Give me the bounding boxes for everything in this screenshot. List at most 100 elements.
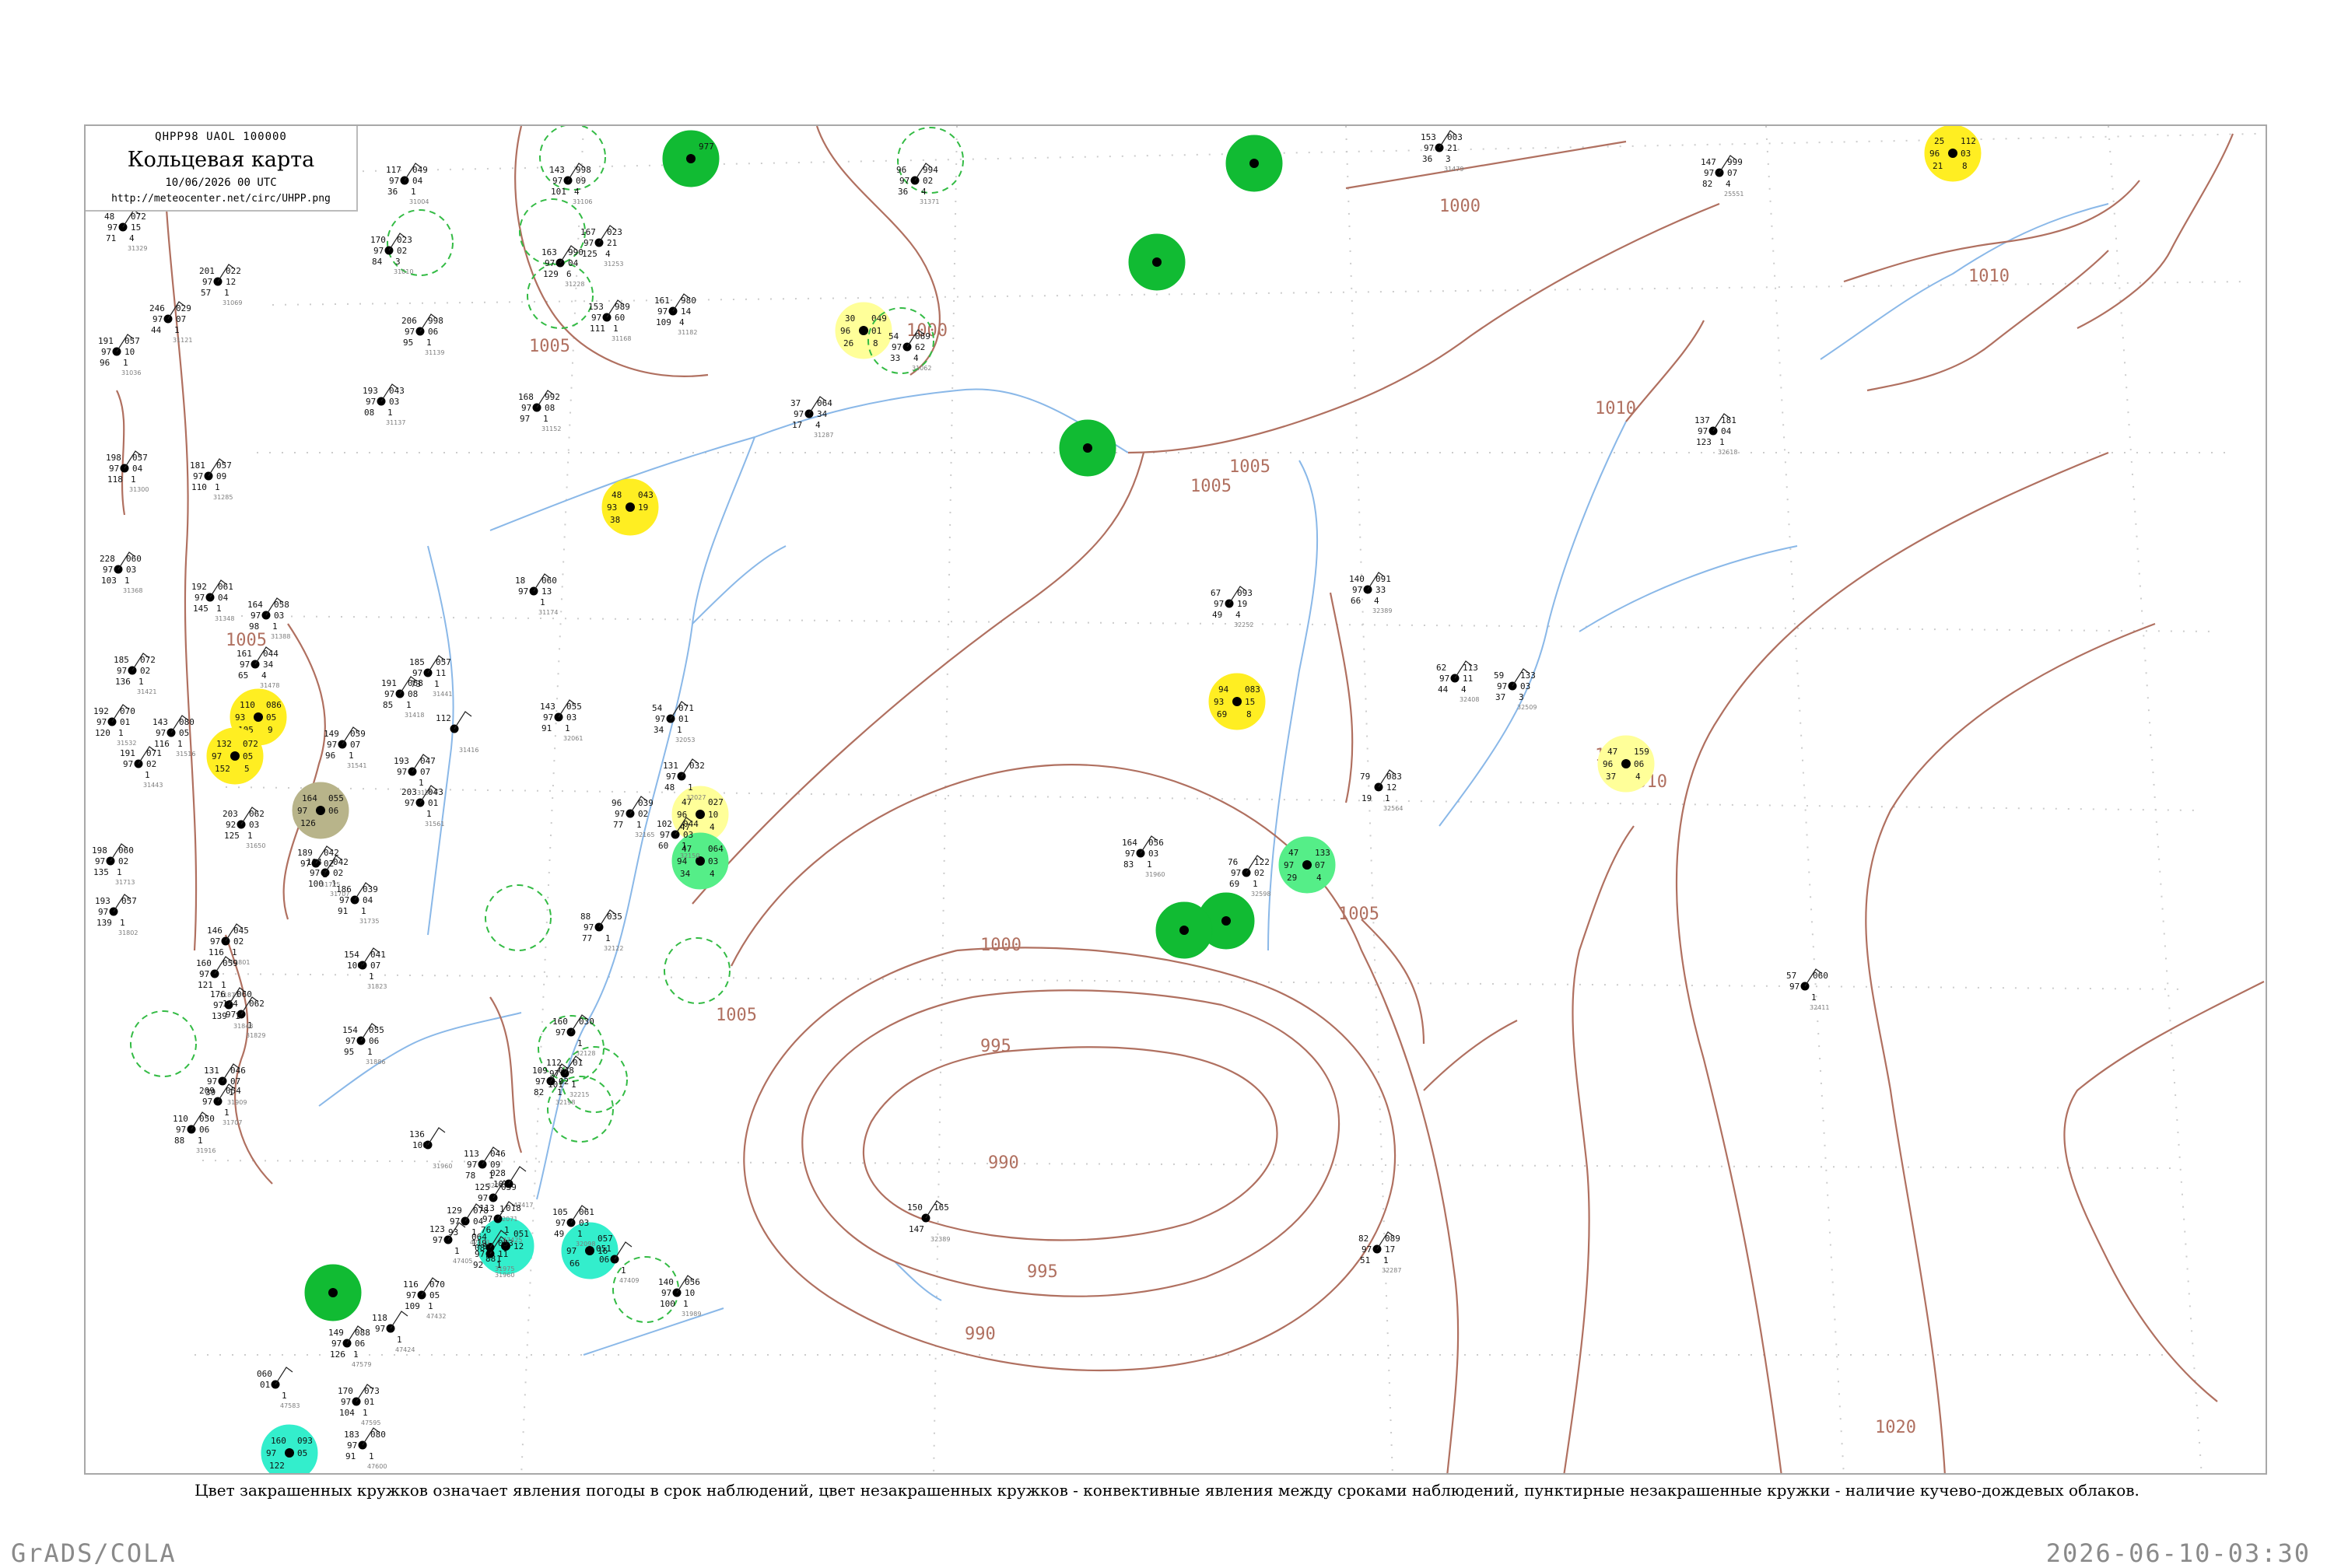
temperature: 170 [370,235,386,245]
pressure: 980 [681,296,696,306]
weather-circle-station: 30 04996 0126 8 [835,302,892,359]
station-number: 32389 [930,1236,950,1243]
visibility: 97 [339,895,349,905]
station-number: 32287 [1382,1267,1401,1274]
visibility: 97 [450,1216,460,1227]
pressure: 060 [126,554,142,564]
temperature: 164 [1122,838,1137,848]
dewpoint: 95 [403,338,413,348]
pressure: 057 [436,657,451,667]
tendency: 02 [397,246,407,256]
pressure: 181 [1721,415,1736,425]
station-number: 32408 [1460,696,1479,703]
cloud-amount: 1 [683,1299,689,1309]
station-number: 31137 [386,419,405,426]
pressure: 072 [140,655,156,665]
temperature: 96 [612,798,622,808]
map-url: http://meteocenter.net/circ/UHPP.png [111,193,331,205]
pressure: 086 [266,700,282,710]
pressure: 070 [429,1279,445,1290]
pressure: 071 [678,703,694,713]
isobar [1675,451,2109,1473]
dewpoint: 136 [115,677,131,687]
cloud-amount: 1 [145,770,150,780]
visibility: 97 [1352,585,1362,595]
cloud-amount: 1 [120,918,125,928]
cloud-amount: 4 [913,353,919,363]
pressure: 055 [369,1025,384,1035]
tendency: 07 [420,767,430,777]
temperature: 153 [1421,132,1436,142]
temperature: 160 [271,1436,286,1446]
pressure: 133 [1520,670,1536,681]
visibility: 97 [213,1000,223,1010]
tendency: 04 [132,464,143,474]
coastline [224,934,273,1185]
station-dot [1948,149,1957,158]
station-dot [1152,257,1162,267]
station-number: 31300 [129,486,149,493]
station-dot [1302,860,1312,870]
dewpoint: 123 [1696,437,1712,447]
pressure: 042 [324,848,339,858]
visibility: 96 [840,326,850,336]
tendency: 11 [1463,674,1473,684]
station-number: 31443 [143,782,163,789]
tendency: 07 [1315,860,1325,870]
cb-ring [485,884,552,951]
temperature: 57 [1786,971,1796,981]
station-number: 47579 [352,1361,371,1368]
dewpoint: 125 [224,831,240,841]
station-number: 47595 [361,1419,380,1426]
pressure: 057 [121,896,137,906]
pressure: 058 [274,600,289,610]
isobar-label: 1005 [1190,477,1232,496]
dewpoint: 139 [212,1011,227,1021]
temperature: 161 [654,296,670,306]
cloud-amount: 1 [1253,879,1258,889]
isobars [116,126,2265,1473]
pressure: 064 [817,398,832,408]
tendency: 04 [363,895,373,905]
temperature: 37 [790,398,801,408]
station-model: 170 023 97 02 84 331010 [370,233,413,275]
cloud-amount: 3 [1446,154,1451,164]
cloud-amount: 4 [605,249,611,259]
coastline [489,996,523,1153]
isobar [2076,133,2234,329]
pressure: 990 [568,247,584,257]
weather-circle-station: 25 112 96 03 21 8 [1924,126,1982,182]
station-model: 112 31416 [436,711,478,754]
cb-ring [539,126,606,191]
cb-ring [527,262,594,329]
isobar [1563,825,1635,1473]
isobar [2063,981,2265,1402]
river [1820,203,2109,360]
station-number: 32564 [1383,805,1403,812]
dewpoint: 21 [1933,161,1943,171]
station-model: 192 070 97 01 120 1 31532 [93,704,136,747]
visibility: 97 [433,1235,443,1245]
station-dot [1179,926,1189,935]
map-date: 10/06/2026 00 UTC [165,177,277,189]
station-number: 31735 [359,918,379,925]
tendency: 07 [370,961,380,971]
visibility: 97 [193,471,203,481]
dewpoint: 29 [1287,873,1297,883]
dewpoint: 109 [405,1301,420,1311]
river [692,545,787,625]
tendency: 03 [683,830,693,840]
visibility: 97 [327,740,337,750]
tendency: 08 [408,689,418,699]
station-number: 31287 [814,432,833,439]
temperature: 105 [552,1207,568,1217]
dewpoint: 49 [554,1229,564,1239]
legend-caption: Цвет закрашенных кружков означает явлени… [194,1481,2140,1500]
temperature: 140 [1349,574,1365,584]
station-dot [328,1288,338,1297]
dewpoint: 17 [792,420,802,430]
tendency: 06 [369,1036,379,1046]
cloud-amount: 4 [815,420,821,430]
pressure: 083 [1386,772,1402,782]
visibility: 97 [156,728,166,738]
